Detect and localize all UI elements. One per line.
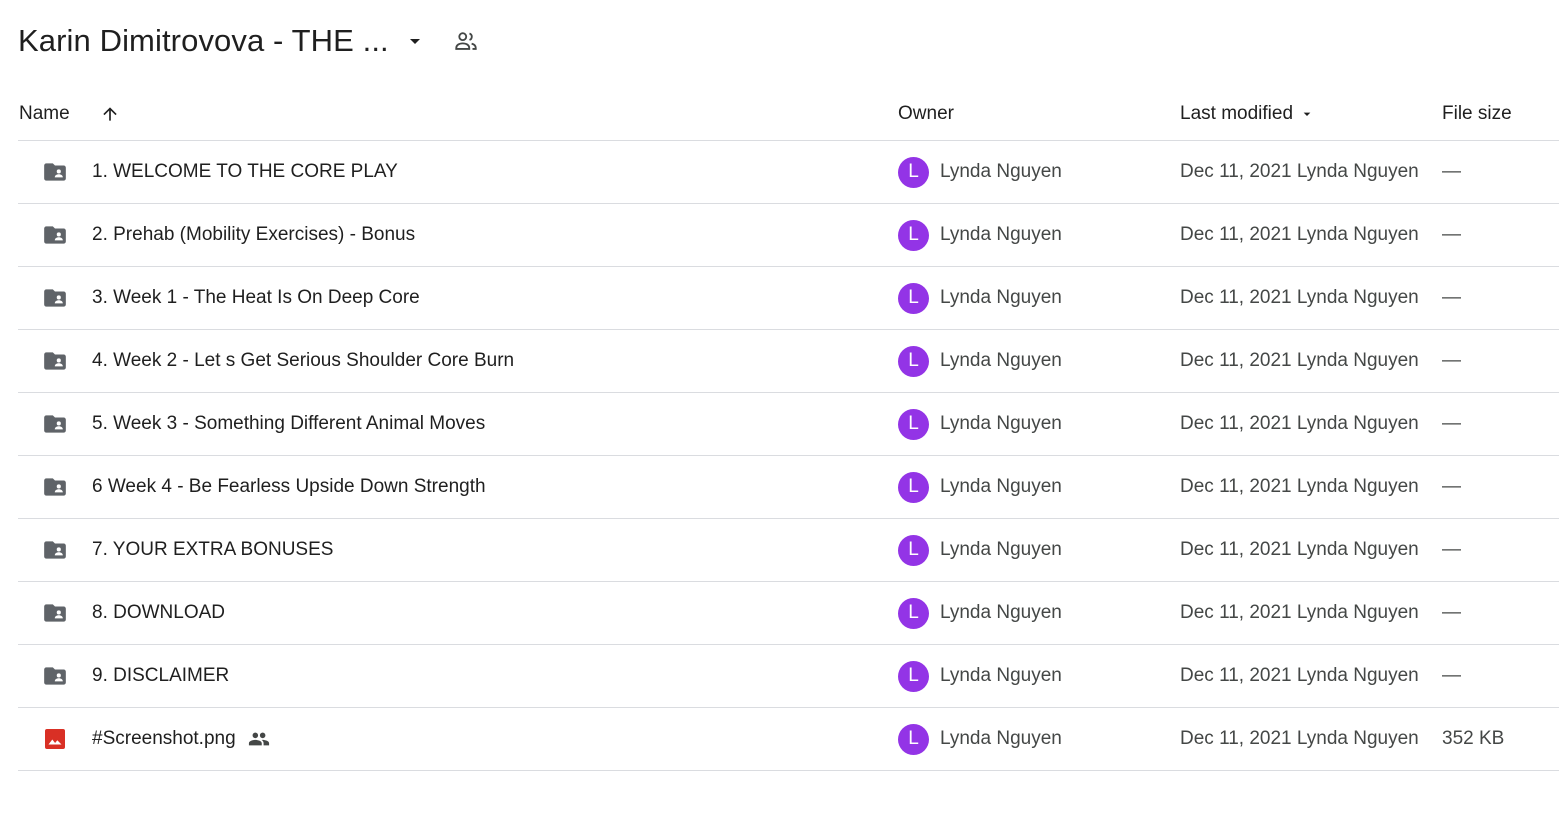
file-size: — [1442, 161, 1461, 182]
file-size: — [1442, 224, 1461, 245]
shared-folder-icon [42, 411, 68, 437]
owner-name: Lynda Nguyen [940, 413, 1062, 434]
file-name[interactable]: 3. Week 1 - The Heat Is On Deep Core [92, 287, 420, 309]
file-size: — [1442, 539, 1461, 560]
last-modified: Dec 11, 2021 Lynda Nguyen [1180, 602, 1419, 623]
avatar: L [898, 282, 929, 314]
image-file-icon [42, 726, 68, 752]
file-name[interactable]: 7. YOUR EXTRA BONUSES [92, 539, 333, 561]
avatar: L [898, 723, 929, 755]
owner-name: Lynda Nguyen [940, 602, 1062, 623]
file-size: — [1442, 602, 1461, 623]
file-name[interactable]: 1. WELCOME TO THE CORE PLAY [92, 161, 398, 183]
people-icon [248, 728, 270, 750]
file-list-header: Name Owner Last modified File size [18, 88, 1559, 141]
avatar: L [898, 660, 929, 692]
avatar: L [898, 534, 929, 566]
file-name[interactable]: 9. DISCLAIMER [92, 665, 229, 687]
file-row[interactable]: 5. Week 3 - Something Different Animal M… [18, 393, 1559, 456]
shared-folder-icon [42, 348, 68, 374]
file-size: — [1442, 413, 1461, 434]
file-row[interactable]: 2. Prehab (Mobility Exercises) - Bonus L… [18, 204, 1559, 267]
file-row[interactable]: 9. DISCLAIMER L Lynda Nguyen Dec 11, 202… [18, 645, 1559, 708]
file-row[interactable]: 7. YOUR EXTRA BONUSES L Lynda Nguyen Dec… [18, 519, 1559, 582]
file-row[interactable]: 6 Week 4 - Be Fearless Upside Down Stren… [18, 456, 1559, 519]
last-modified: Dec 11, 2021 Lynda Nguyen [1180, 728, 1419, 749]
column-header-file-size[interactable]: File size [1442, 103, 1512, 125]
file-rows: 1. WELCOME TO THE CORE PLAY L Lynda Nguy… [18, 141, 1559, 771]
owner-name: Lynda Nguyen [940, 287, 1062, 308]
owner-name: Lynda Nguyen [940, 161, 1062, 182]
shared-folder-icon [42, 600, 68, 626]
last-modified: Dec 11, 2021 Lynda Nguyen [1180, 287, 1419, 308]
owner-name: Lynda Nguyen [940, 476, 1062, 497]
file-size: — [1442, 287, 1461, 308]
owner-name: Lynda Nguyen [940, 665, 1062, 686]
arrow-drop-down-icon[interactable] [403, 29, 427, 53]
last-modified: Dec 11, 2021 Lynda Nguyen [1180, 476, 1419, 497]
shared-folder-icon [42, 222, 68, 248]
last-modified: Dec 11, 2021 Lynda Nguyen [1180, 665, 1419, 686]
folder-title[interactable]: Karin Dimitrovova - THE ... [18, 23, 389, 59]
last-modified: Dec 11, 2021 Lynda Nguyen [1180, 224, 1419, 245]
column-header-owner[interactable]: Owner [898, 103, 954, 125]
people-outline-icon[interactable] [453, 28, 479, 54]
shared-folder-icon [42, 159, 68, 185]
arrow-drop-down-icon[interactable] [1299, 106, 1315, 122]
owner-name: Lynda Nguyen [940, 350, 1062, 371]
column-header-last-modified[interactable]: Last modified [1180, 103, 1293, 125]
last-modified: Dec 11, 2021 Lynda Nguyen [1180, 413, 1419, 434]
shared-folder-icon [42, 663, 68, 689]
file-name[interactable]: 8. DOWNLOAD [92, 602, 225, 624]
file-name[interactable]: 6 Week 4 - Be Fearless Upside Down Stren… [92, 476, 486, 498]
file-size: 352 KB [1442, 728, 1505, 749]
file-row[interactable]: 4. Week 2 - Let s Get Serious Shoulder C… [18, 330, 1559, 393]
last-modified: Dec 11, 2021 Lynda Nguyen [1180, 161, 1419, 182]
file-row[interactable]: 8. DOWNLOAD L Lynda Nguyen Dec 11, 2021 … [18, 582, 1559, 645]
column-header-name[interactable]: Name [19, 103, 70, 125]
file-name[interactable]: 5. Week 3 - Something Different Animal M… [92, 413, 485, 435]
file-name[interactable]: 2. Prehab (Mobility Exercises) - Bonus [92, 224, 415, 246]
folder-header: Karin Dimitrovova - THE ... [18, 18, 479, 64]
avatar: L [898, 471, 929, 503]
owner-name: Lynda Nguyen [940, 539, 1062, 560]
file-name[interactable]: #Screenshot.png [92, 728, 236, 750]
last-modified: Dec 11, 2021 Lynda Nguyen [1180, 539, 1419, 560]
avatar: L [898, 597, 929, 629]
file-name[interactable]: 4. Week 2 - Let s Get Serious Shoulder C… [92, 350, 514, 372]
file-size: — [1442, 476, 1461, 497]
file-list: Name Owner Last modified File size 1. WE… [18, 88, 1559, 771]
file-row[interactable]: 1. WELCOME TO THE CORE PLAY L Lynda Nguy… [18, 141, 1559, 204]
arrow-upward-icon[interactable] [100, 104, 120, 124]
shared-folder-icon [42, 285, 68, 311]
file-size: — [1442, 665, 1461, 686]
shared-folder-icon [42, 537, 68, 563]
avatar: L [898, 408, 929, 440]
shared-folder-icon [42, 474, 68, 500]
owner-name: Lynda Nguyen [940, 728, 1062, 749]
file-row[interactable]: #Screenshot.png L Lynda Nguyen Dec 11, 2… [18, 708, 1559, 771]
avatar: L [898, 345, 929, 377]
avatar: L [898, 156, 929, 188]
last-modified: Dec 11, 2021 Lynda Nguyen [1180, 350, 1419, 371]
avatar: L [898, 219, 929, 251]
owner-name: Lynda Nguyen [940, 224, 1062, 245]
file-size: — [1442, 350, 1461, 371]
file-row[interactable]: 3. Week 1 - The Heat Is On Deep Core L L… [18, 267, 1559, 330]
